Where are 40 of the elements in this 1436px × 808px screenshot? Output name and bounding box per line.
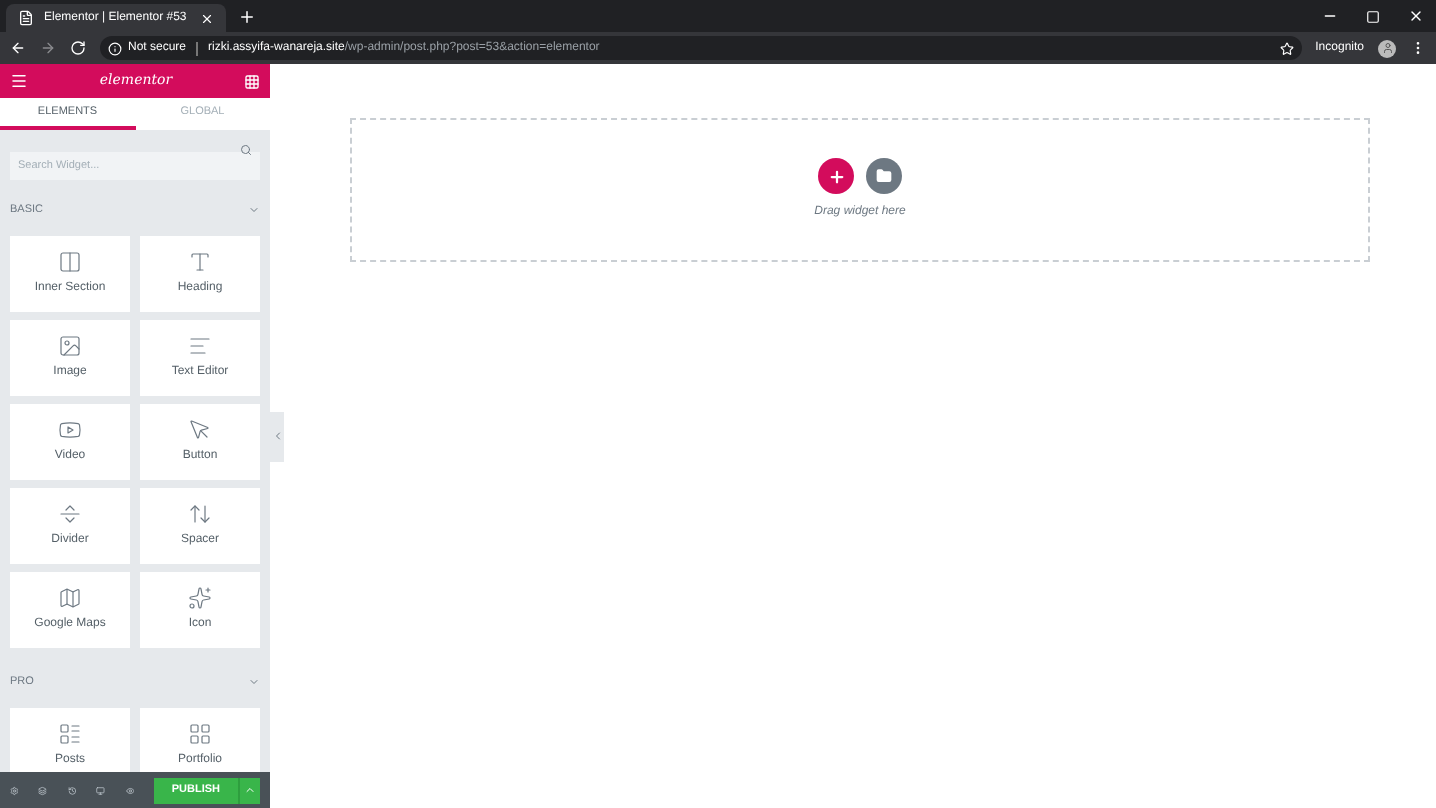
- star-icon: [188, 586, 212, 610]
- info-icon: [108, 41, 122, 55]
- divider-icon: [58, 502, 82, 526]
- map-icon: [58, 586, 82, 610]
- bookmark-icon[interactable]: [1279, 41, 1294, 55]
- caret-icon: [244, 784, 257, 796]
- avatar-icon[interactable]: [1378, 39, 1396, 57]
- collapse-handle[interactable]: [270, 411, 284, 461]
- reload-icon[interactable]: [70, 40, 86, 56]
- text-lines-icon: [188, 334, 212, 358]
- history-icon[interactable]: [67, 783, 77, 797]
- add-button[interactable]: [818, 158, 854, 194]
- monitor-icon[interactable]: [96, 783, 105, 797]
- new-tab-icon[interactable]: [238, 8, 256, 26]
- pointer-icon: [188, 418, 212, 442]
- plus-icon: [827, 167, 845, 185]
- restore-icon[interactable]: [1366, 10, 1380, 24]
- search-icon: [240, 144, 252, 156]
- spacer-icon: [188, 502, 212, 526]
- image-icon: [58, 334, 82, 358]
- columns-icon: [58, 250, 82, 274]
- grid-icon: [188, 722, 212, 746]
- settings-icon[interactable]: [10, 783, 19, 797]
- page-icon: [18, 10, 34, 26]
- close-icon[interactable]: [1408, 8, 1424, 24]
- list-icon: [58, 722, 82, 746]
- forward-icon[interactable]: [40, 40, 56, 56]
- menu-icon[interactable]: [10, 72, 28, 90]
- eye-icon[interactable]: [125, 783, 134, 797]
- play-icon: [58, 418, 82, 442]
- publish-options-button[interactable]: [238, 777, 261, 803]
- folder-icon: [876, 168, 892, 184]
- chevron-icon: [248, 676, 260, 688]
- back-icon[interactable]: [10, 40, 26, 56]
- text-icon: [188, 250, 212, 274]
- close-icon[interactable]: [200, 11, 214, 25]
- apps-icon[interactable]: [244, 73, 260, 89]
- layers-icon[interactable]: [38, 783, 48, 797]
- template-button[interactable]: [866, 158, 902, 194]
- chevron-icon: [248, 204, 260, 216]
